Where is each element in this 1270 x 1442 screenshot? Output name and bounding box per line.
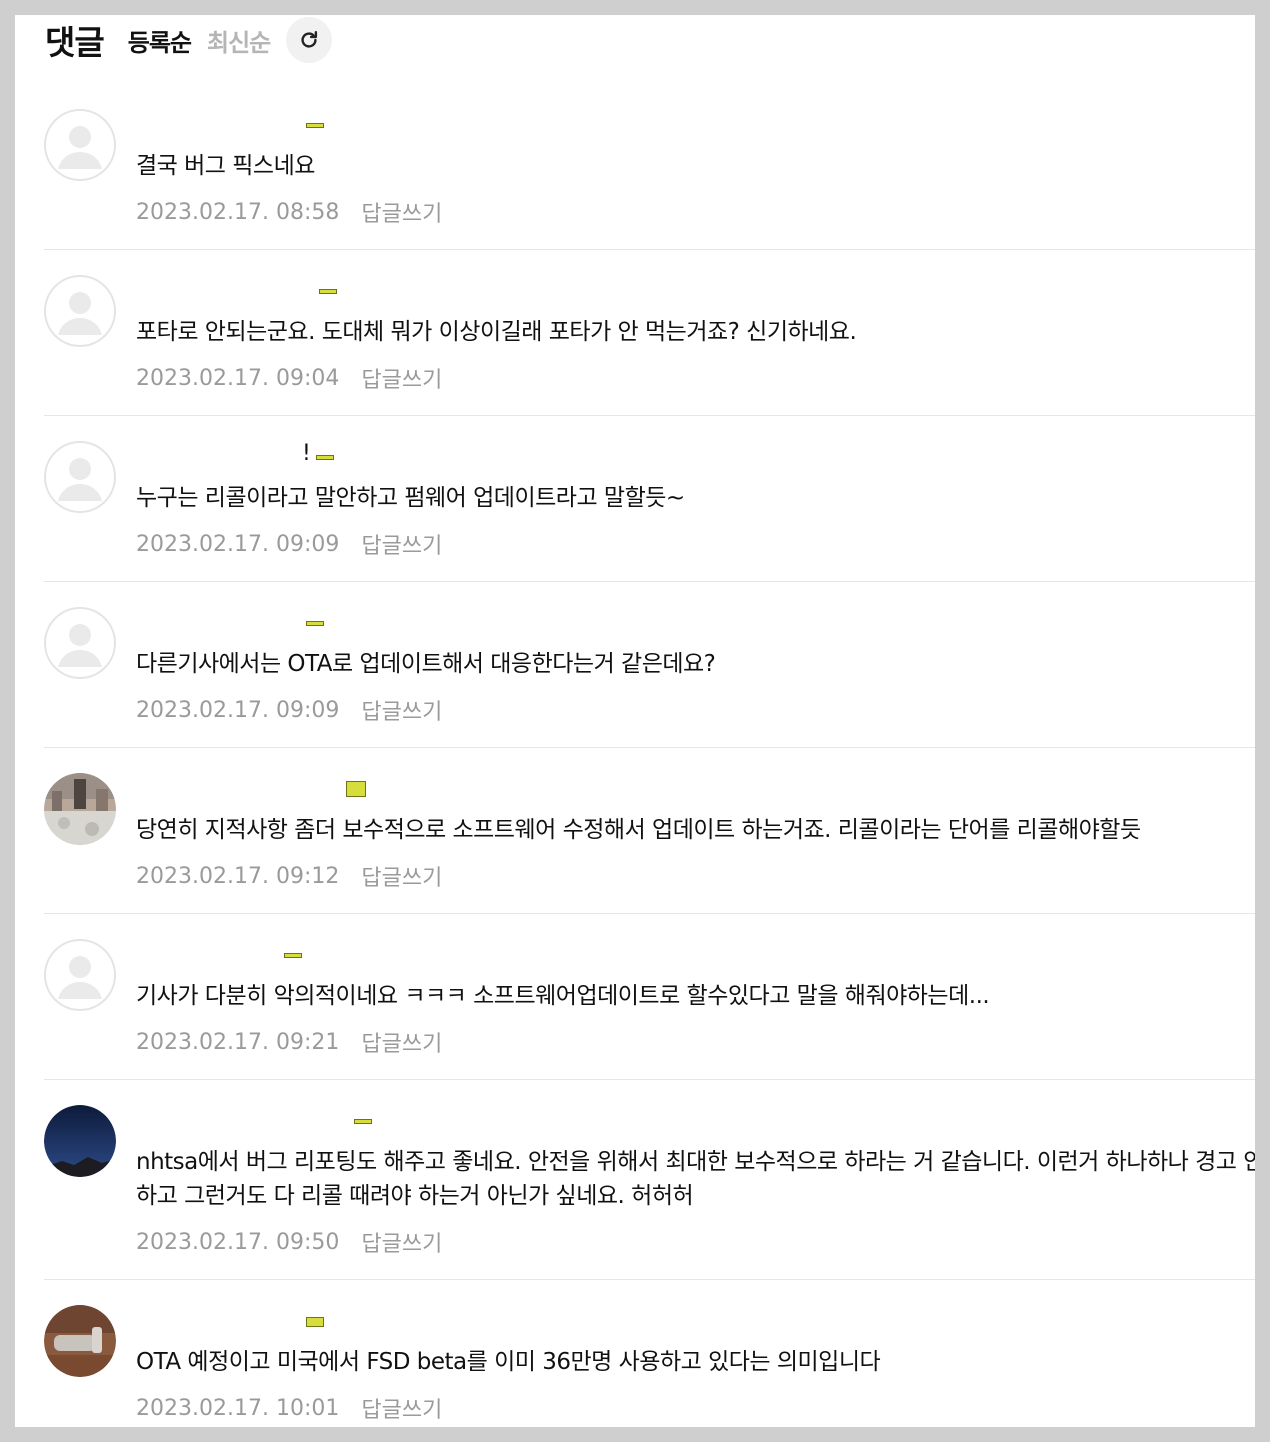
avatar[interactable] [44,1305,116,1377]
comment-text: 기사가 다분히 악의적이네요 ㅋㅋㅋ 소프트웨어업데이트로 할수있다고 말을 해… [136,983,990,1009]
reply-button[interactable]: 답글쓰기 [361,1026,442,1058]
comment-meta: 2023.02.17. 09:09 답글쓰기 [136,528,442,560]
reply-button[interactable]: 답글쓰기 [361,1392,442,1424]
reply-button[interactable]: 답글쓰기 [361,1226,442,1258]
comment-item: nhtsa에서 버그 리포팅도 해주고 좋네요. 안전을 위해서 최대한 보수적… [44,1105,1255,1280]
avatar[interactable] [44,1105,116,1177]
comment-text: 포타로 안되는군요. 도대체 뭐가 이상이길래 포타가 안 먹는거죠? 신기하네… [136,319,857,345]
comment-text: 당연히 지적사항 좀더 보수적으로 소프트웨어 수정해서 업데이트 하는거죠. … [136,817,1141,843]
comment-date: 2023.02.17. 09:21 [136,1029,340,1055]
comment-item: 포타로 안되는군요. 도대체 뭐가 이상이길래 포타가 안 먹는거죠? 신기하네… [44,275,1255,416]
avatar[interactable] [44,109,116,181]
nickname[interactable] [136,109,536,143]
comment-meta: 2023.02.17. 09:04 답글쓰기 [136,362,442,394]
nickname-badge-icon [354,1119,372,1124]
sort-registered-button[interactable]: 등록순 [128,23,192,58]
nickname[interactable]: ! [136,441,536,475]
comment-date: 2023.02.17. 08:58 [136,199,340,225]
comment-date: 2023.02.17. 09:50 [136,1229,340,1255]
sort-latest-button[interactable]: 최신순 [207,23,271,58]
comment-text: OTA 예정이고 미국에서 FSD beta를 이미 36만명 사용하고 있다는… [136,1349,881,1375]
avatar[interactable] [44,939,116,1011]
comment-date: 2023.02.17. 10:01 [136,1395,340,1421]
comment-item: 기사가 다분히 악의적이네요 ㅋㅋㅋ 소프트웨어업데이트로 할수있다고 말을 해… [44,939,1255,1080]
comment-text: 누구는 리콜이라고 말안하고 펌웨어 업데이트라고 말할듯~ [136,485,685,511]
comment-item: 결국 버그 픽스네요 2023.02.17. 08:58 답글쓰기 [44,109,1255,250]
refresh-button[interactable] [286,17,333,63]
comment-date: 2023.02.17. 09:12 [136,863,340,889]
comment-header: 댓글 등록순 최신순 [45,15,333,65]
nickname[interactable] [136,1305,536,1339]
avatar[interactable] [44,607,116,679]
comment-item: ! 누구는 리콜이라고 말안하고 펌웨어 업데이트라고 말할듯~ 2023.02… [44,441,1255,582]
default-avatar-icon [44,109,116,181]
reply-button[interactable]: 답글쓰기 [361,362,442,394]
default-avatar-icon [44,441,116,513]
refresh-icon [301,31,318,48]
comment-meta: 2023.02.17. 09:09 답글쓰기 [136,694,442,726]
nickname-badge-icon [306,123,324,128]
default-avatar-icon [44,607,116,679]
nickname-badge-icon [316,455,334,460]
nickname[interactable] [136,939,536,973]
comment-meta: 2023.02.17. 09:21 답글쓰기 [136,1026,442,1058]
avatar[interactable] [44,441,116,513]
comment-text: 다른기사에서는 OTA로 업데이트해서 대응한다는거 같은데요? [136,651,716,677]
comment-meta: 2023.02.17. 09:50 답글쓰기 [136,1226,442,1258]
comment-item: 당연히 지적사항 좀더 보수적으로 소프트웨어 수정해서 업데이트 하는거죠. … [44,773,1255,914]
comment-date: 2023.02.17. 09:09 [136,697,340,723]
avatar[interactable] [44,773,116,845]
nickname-fragment: ! [302,441,311,466]
comment-meta: 2023.02.17. 10:01 답글쓰기 [136,1392,442,1424]
nickname-badge-icon [346,781,366,797]
comment-date: 2023.02.17. 09:09 [136,531,340,557]
comment-meta: 2023.02.17. 09:12 답글쓰기 [136,860,442,892]
city-photo-avatar [44,773,116,845]
default-avatar-icon [44,275,116,347]
reply-button[interactable]: 답글쓰기 [361,528,442,560]
comment-text: nhtsa에서 버그 리포팅도 해주고 좋네요. 안전을 위해서 최대한 보수적… [136,1149,1255,1209]
default-avatar-icon [44,939,116,1011]
comment-date: 2023.02.17. 09:04 [136,365,340,391]
nickname-badge-icon [284,953,302,958]
avatar[interactable] [44,275,116,347]
comment-title: 댓글 [45,23,105,62]
night-sky-avatar [44,1105,116,1177]
nickname-badge-icon [319,289,337,294]
reply-button[interactable]: 답글쓰기 [361,694,442,726]
nickname[interactable] [136,607,536,641]
nickname[interactable] [136,275,536,309]
reply-button[interactable]: 답글쓰기 [361,860,442,892]
nickname-badge-icon [306,1317,324,1327]
comment-item: OTA 예정이고 미국에서 FSD beta를 이미 36만명 사용하고 있다는… [44,1305,1255,1427]
car-photo-avatar [44,1305,116,1377]
comment-item: 다른기사에서는 OTA로 업데이트해서 대응한다는거 같은데요? 2023.02… [44,607,1255,748]
comment-text: 결국 버그 픽스네요 [136,153,315,179]
comment-meta: 2023.02.17. 08:58 답글쓰기 [136,196,442,228]
comment-panel: 댓글 등록순 최신순 결국 버그 픽스네요 2023.02.17. 08:58 … [15,15,1255,1427]
nickname-badge-icon [306,621,324,626]
reply-button[interactable]: 답글쓰기 [361,196,442,228]
nickname[interactable] [136,773,536,807]
nickname[interactable] [136,1105,536,1139]
